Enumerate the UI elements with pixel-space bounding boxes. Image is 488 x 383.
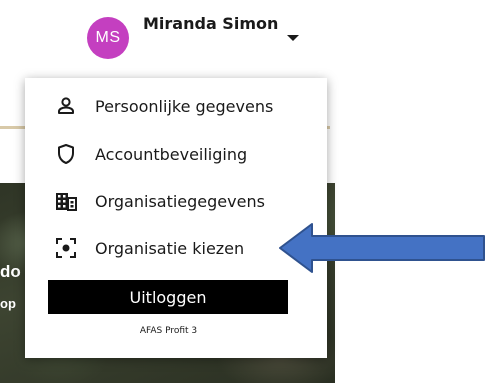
menu-item-label: Organisatiegegevens (95, 191, 265, 211)
menu-item-label: Persoonlijke gegevens (95, 96, 274, 116)
divider-left (0, 126, 25, 129)
chevron-down-icon[interactable] (287, 35, 299, 41)
menu-item-label: Organisatie kiezen (95, 238, 245, 258)
person-icon (55, 95, 77, 117)
avatar[interactable]: MS (87, 17, 129, 59)
menu-item-account-security[interactable]: Accountbeveiliging (25, 134, 327, 174)
divider-right (327, 126, 330, 129)
product-version-label: AFAS Profit 3 (139, 326, 198, 336)
logout-button[interactable]: Uitloggen (48, 280, 288, 314)
background-heading-fragment: do (0, 262, 21, 281)
menu-item-label: Accountbeveiliging (95, 144, 248, 164)
avatar-initials: MS (95, 29, 121, 46)
user-dropdown-menu: Persoonlijke gegevens Accountbeveiliging… (25, 78, 327, 358)
focus-target-icon (55, 237, 77, 259)
left-arrow-icon (279, 223, 485, 273)
shield-icon (55, 143, 77, 165)
building-icon (55, 190, 77, 212)
menu-item-personal-details[interactable]: Persoonlijke gegevens (25, 86, 327, 126)
menu-item-organisation-details[interactable]: Organisatiegegevens (25, 181, 327, 221)
user-name[interactable]: Miranda Simon (143, 14, 278, 33)
background-subheading-fragment: op (0, 296, 16, 311)
